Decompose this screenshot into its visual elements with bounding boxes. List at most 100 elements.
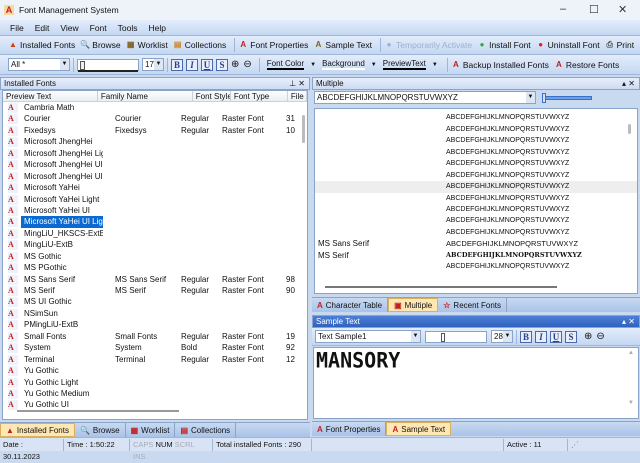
fonts-list[interactable]: Preview Text Family Name Font Style Font Ty… xyxy=(2,90,308,420)
table-row[interactable]: A Microsoft JhengHei Light xyxy=(3,148,307,159)
chevron-down-icon[interactable]: ▼ xyxy=(371,62,377,68)
slider-handle[interactable] xyxy=(441,332,445,342)
minimize-button[interactable]: – xyxy=(560,3,566,15)
preview-text-color-button[interactable]: PreviewText xyxy=(382,59,426,70)
horizontal-scrollbar[interactable] xyxy=(325,286,557,288)
strikeout-button[interactable]: S xyxy=(216,58,228,71)
collections-button[interactable]: ▤ Collections xyxy=(173,40,226,50)
underline-button[interactable]: U xyxy=(550,330,562,343)
menu-help[interactable]: Help xyxy=(149,23,166,33)
slider-handle[interactable] xyxy=(542,92,546,103)
table-row[interactable]: A PMingLiU-ExtB xyxy=(3,319,307,331)
table-row[interactable]: A Microsoft JhengHei UI Li... xyxy=(3,171,307,182)
preview-row[interactable]: ABCDEFGHIJKLMNOPQRSTUVWXYZ xyxy=(315,170,637,181)
background-color-button[interactable]: Background xyxy=(322,59,365,70)
table-row[interactable]: A Yu Gothic Light xyxy=(3,377,307,388)
column-header-font-style[interactable]: Font Style xyxy=(193,91,231,101)
table-row[interactable]: A MingLiU-ExtB xyxy=(3,239,307,251)
preview-row[interactable]: ABCDEFGHIJKLMNOPQRSTUVWXYZ xyxy=(315,147,637,158)
scroll-down-icon[interactable]: ▼ xyxy=(628,400,634,406)
zoom-in-icon[interactable]: ⊕ xyxy=(584,331,592,342)
tab-browse[interactable]: 🔍 Browse xyxy=(75,423,126,437)
tab-multiple[interactable]: ▣ Multiple xyxy=(388,298,439,312)
underline-button[interactable]: U xyxy=(201,58,213,71)
bold-button[interactable]: B xyxy=(171,58,183,71)
pin-close-icons[interactable]: ⊥ ✕ xyxy=(289,79,305,88)
menu-view[interactable]: View xyxy=(60,23,78,33)
table-row[interactable]: A Cambria Math xyxy=(3,102,307,113)
table-row[interactable]: A Microsoft YaHei UI xyxy=(3,205,307,216)
menu-tools[interactable]: Tools xyxy=(118,23,138,33)
menu-edit[interactable]: Edit xyxy=(35,23,50,33)
column-header-file-size[interactable]: File Size xyxy=(288,91,307,101)
preview-row[interactable]: ABCDEFGHIJKLMNOPQRSTUVWXYZ xyxy=(315,193,637,204)
menu-file[interactable]: File xyxy=(10,23,24,33)
sample-text-area[interactable]: MANSORY ▲ ▼ xyxy=(313,347,639,419)
preview-row[interactable]: MS Sans Serif ABCDEFGHIJKLMNOPQRSTUVWXYZ xyxy=(315,238,637,249)
table-row[interactable]: A Courier Courier Regular Raster Font 31 xyxy=(3,113,307,125)
preview-size-slider[interactable] xyxy=(542,92,592,103)
filter-select[interactable]: All * ▼ xyxy=(8,58,70,71)
worklist-button[interactable]: ▦ Worklist xyxy=(126,40,168,50)
tab-character-table[interactable]: A Character Table xyxy=(312,298,389,312)
slider-handle[interactable] xyxy=(80,60,85,70)
bold-button[interactable]: B xyxy=(520,330,532,343)
scroll-up-icon[interactable]: ▲ xyxy=(628,350,634,356)
preview-row[interactable]: ABCDEFGHIJKLMNOPQRSTUVWXYZ xyxy=(315,181,637,193)
multiple-preview-list[interactable]: ABCDEFGHIJKLMNOPQRSTUVWXYZ ABCDEFGHIJKLMN… xyxy=(314,108,638,294)
font-color-button[interactable]: Font Color xyxy=(266,59,305,70)
strikeout-button[interactable]: S xyxy=(565,330,577,343)
restore-fonts-button[interactable]: A Restore Fonts xyxy=(554,60,619,70)
table-row[interactable]: A System System Bold Raster Font 92 xyxy=(3,342,307,354)
collapse-close-icons[interactable]: ▴ ✕ xyxy=(622,79,635,88)
horizontal-scrollbar[interactable] xyxy=(17,410,179,412)
table-row[interactable]: A MS Sans Serif MS Sans Serif Regular Raster… xyxy=(3,274,307,285)
sample-size-select[interactable]: 28 ▼ xyxy=(491,330,513,343)
font-size-select[interactable]: 17 ▼ xyxy=(142,58,164,71)
preview-row[interactable]: ABCDEFGHIJKLMNOPQRSTUVWXYZ xyxy=(315,135,637,146)
italic-button[interactable]: I xyxy=(535,330,547,343)
table-row[interactable]: A Microsoft YaHei xyxy=(3,182,307,194)
preview-row[interactable]: ABCDEFGHIJKLMNOPQRSTUVWXYZ xyxy=(315,158,637,169)
table-row[interactable]: A MingLiU_HKSCS-ExtB xyxy=(3,228,307,239)
font-properties-button[interactable]: A Font Properties xyxy=(238,40,308,50)
zoom-in-icon[interactable]: ⊕ xyxy=(231,59,239,70)
column-header-family-name[interactable]: Family Name xyxy=(98,91,193,101)
column-header-preview-text[interactable]: Preview Text xyxy=(3,91,98,101)
table-row[interactable]: A Terminal Terminal Regular Raster Font 12 xyxy=(3,354,307,365)
maximize-button[interactable]: ☐ xyxy=(589,3,599,16)
zoom-out-icon[interactable]: ⊖ xyxy=(596,331,604,342)
table-row[interactable]: A MS PGothic xyxy=(3,262,307,274)
tab-installed-fonts[interactable]: ▲ Installed Fonts xyxy=(0,423,75,437)
size-slider[interactable] xyxy=(77,58,139,72)
resize-grip[interactable]: ⋰ xyxy=(568,439,582,451)
menu-font[interactable]: Font xyxy=(90,23,107,33)
sample-size-slider[interactable] xyxy=(425,330,487,343)
print-button[interactable]: ⎙ Print xyxy=(605,40,634,50)
tab-font-properties[interactable]: A Font Properties xyxy=(312,422,387,436)
table-row[interactable]: A NSimSun xyxy=(3,308,307,319)
table-row[interactable]: A Small Fonts Small Fonts Regular Raster Fon… xyxy=(3,331,307,342)
chevron-down-icon[interactable]: ▼ xyxy=(310,62,316,68)
backup-installed-fonts-button[interactable]: A Backup Installed Fonts xyxy=(451,60,549,70)
browse-button[interactable]: 🔍 Browse xyxy=(80,40,120,50)
vertical-scrollbar[interactable] xyxy=(628,124,631,134)
table-row[interactable]: A Microsoft JhengHei xyxy=(3,136,307,148)
tab-collections[interactable]: ▤ Collections xyxy=(175,423,237,437)
preview-row[interactable]: ABCDEFGHIJKLMNOPQRSTUVWXYZ xyxy=(315,227,637,238)
preview-row[interactable]: ABCDEFGHIJKLMNOPQRSTUVWXYZ xyxy=(315,204,637,215)
table-row[interactable]: A Microsoft YaHei Light xyxy=(3,194,307,205)
installed-fonts-button[interactable]: ▲ Installed Fonts xyxy=(8,40,75,50)
close-button[interactable]: ✕ xyxy=(618,3,627,16)
table-row[interactable]: A MS Gothic xyxy=(3,251,307,262)
tab-recent-fonts[interactable]: ☆ Recent Fonts xyxy=(438,298,507,312)
install-font-button[interactable]: ● Install Font xyxy=(477,40,531,50)
sample-select[interactable]: Text Sample1 ▼ xyxy=(315,330,421,343)
preview-row[interactable]: ABCDEFGHIJKLMNOPQRSTUVWXYZ xyxy=(315,261,637,272)
table-row[interactable]: A Yu Gothic Medium xyxy=(3,388,307,399)
preview-row[interactable]: MS Serif ABCDEFGHIJKLMNOPQRSTUVWXYZ xyxy=(315,250,637,261)
table-row[interactable]: A MS UI Gothic xyxy=(3,296,307,308)
italic-button[interactable]: I xyxy=(186,58,198,71)
zoom-out-icon[interactable]: ⊖ xyxy=(243,59,251,70)
preview-row[interactable]: ABCDEFGHIJKLMNOPQRSTUVWXYZ xyxy=(315,124,637,135)
